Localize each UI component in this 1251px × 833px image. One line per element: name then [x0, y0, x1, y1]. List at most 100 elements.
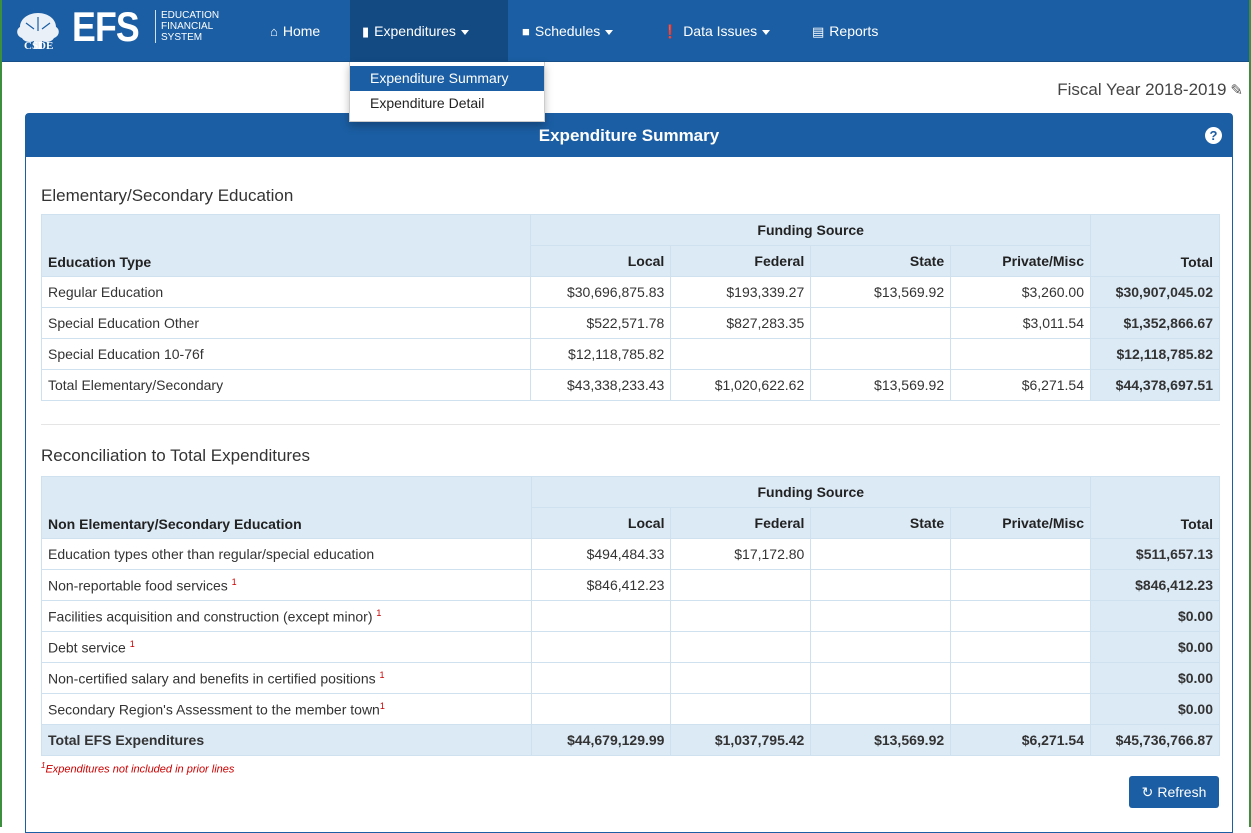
menu-item-expenditure-summary[interactable]: Expenditure Summary — [350, 66, 544, 91]
table-cell — [950, 538, 1092, 570]
top-navbar: CSDE EFS Education Financial System ⌂ Hom… — [2, 0, 1249, 62]
chevron-down-icon — [460, 29, 469, 35]
row-label: Regular Education — [40, 276, 532, 308]
footnote-text: Expenditures not included in prior lines — [45, 763, 235, 776]
table-cell: $13,569.92 — [810, 724, 952, 756]
nav-data-issues[interactable]: ❗ Data Issues — [650, 0, 782, 62]
nav-data-issues-label: Data Issues — [683, 23, 758, 39]
table-cell — [670, 631, 812, 663]
footnote-marker: 1 — [379, 669, 385, 680]
csde-seal-text: CSDE — [24, 40, 54, 52]
column-header: State — [810, 245, 952, 277]
table-cell — [530, 631, 672, 663]
refresh-icon: ↻ — [1141, 784, 1154, 800]
table-cell — [530, 693, 672, 725]
table-row: Regular Education $30,696,875.83 $193,33… — [40, 276, 1220, 308]
row-label-text: Debt service — [48, 639, 126, 656]
brand-subtitle: Education Financial System — [155, 10, 219, 43]
footnote-marker: 1 — [129, 638, 135, 649]
table-cell — [810, 338, 952, 370]
row-total: $44,378,697.51 — [1090, 369, 1220, 401]
table-cell — [950, 693, 1092, 725]
funding-source-header: Funding Source — [530, 476, 1092, 508]
column-header: Private/Misc — [950, 245, 1092, 277]
row-label: Non-certified salary and benefits in cer… — [41, 662, 532, 694]
row-label: Special Education 10-76f — [40, 338, 532, 370]
table-total-row: Total EFS Expenditures $44,679,129.99 $1… — [41, 724, 1220, 756]
section-title-reconciliation: Reconciliation to Total Expenditures — [41, 446, 311, 465]
table-cell: $3,011.54 — [950, 307, 1092, 339]
row-total: $1,352,866.67 — [1090, 307, 1220, 339]
nav-expenditures-label: Expenditures — [374, 23, 456, 39]
footnote: 1Expenditures not included in prior line… — [41, 761, 234, 776]
footnote-marker: 1 — [379, 700, 385, 711]
table-cell — [810, 662, 952, 694]
row-label: Total EFS Expenditures — [41, 724, 532, 756]
table-cell: $43,338,233.43 — [530, 369, 672, 401]
table-cell — [810, 631, 952, 663]
table-cell — [670, 693, 812, 725]
table-cell — [530, 662, 672, 694]
table-cell — [810, 569, 952, 601]
row-label: Facilities acquisition and construction … — [41, 600, 532, 632]
footnote-marker: 1 — [376, 607, 382, 618]
column-header: Non Elementary/Secondary Education — [41, 476, 532, 539]
row-label-text: Facilities acquisition and construction … — [48, 608, 373, 625]
nav-reports-label: Reports — [829, 23, 879, 39]
chevron-down-icon — [762, 29, 771, 35]
menu-item-expenditure-detail[interactable]: Expenditure Detail — [350, 91, 544, 116]
row-label: Total Elementary/Secondary — [40, 369, 532, 401]
table-row: Non-reportable food services 1 $846,412.… — [41, 569, 1220, 601]
row-total: $30,907,045.02 — [1090, 276, 1220, 308]
table-cell: $193,339.27 — [670, 276, 812, 308]
table-cell — [530, 600, 672, 632]
nav-expenditures[interactable]: ▮ Expenditures — [350, 0, 508, 62]
nav-home[interactable]: ⌂ Home — [258, 0, 332, 62]
table-cell — [670, 338, 812, 370]
brand-subtitle-line: System — [161, 32, 203, 43]
table-cell: $17,172.80 — [670, 538, 812, 570]
book-icon: ▮ — [362, 24, 370, 39]
column-header: Local — [530, 245, 672, 277]
table-cell — [810, 538, 952, 570]
list-alt-icon: ▤ — [812, 24, 825, 39]
row-total: $45,736,766.87 — [1090, 724, 1220, 756]
table-cell — [950, 338, 1092, 370]
fiscal-year-label: Fiscal Year 2018-2019 — [1057, 80, 1227, 99]
column-header: State — [810, 507, 952, 539]
nav-reports[interactable]: ▤ Reports — [800, 0, 890, 62]
row-label: Debt service 1 — [41, 631, 532, 663]
nav-schedules[interactable]: ■ Schedules — [510, 0, 625, 62]
table-cell: $6,271.54 — [950, 369, 1092, 401]
efs-logo[interactable]: CSDE EFS Education Financial System — [14, 3, 244, 55]
table-cell — [810, 693, 952, 725]
reconciliation-table: Non Elementary/Secondary Education Fundi… — [41, 476, 1220, 756]
table-cell — [950, 600, 1092, 632]
column-header: Education Type — [40, 214, 532, 277]
table-cell: $30,696,875.83 — [530, 276, 672, 308]
column-header: Total — [1090, 214, 1220, 277]
table-row: Special Education 10-76f $12,118,785.82 … — [40, 338, 1220, 370]
table-row: Debt service 1 $0.00 — [41, 631, 1220, 663]
table-cell: $494,484.33 — [530, 538, 672, 570]
table-row: Secondary Region's Assessment to the mem… — [41, 693, 1220, 725]
footnote-marker: 1 — [231, 576, 237, 587]
table-cell — [950, 569, 1092, 601]
row-total: $0.00 — [1090, 662, 1220, 694]
table-cell: $3,260.00 — [950, 276, 1092, 308]
row-label: Education types other than regular/speci… — [41, 538, 532, 570]
panel-title: Expenditure Summary — [26, 114, 1232, 157]
nav-home-label: Home — [282, 23, 321, 39]
pencil-icon[interactable]: ✎ — [1230, 81, 1243, 99]
help-icon[interactable]: ? — [1205, 127, 1222, 144]
fiscal-year-selector[interactable]: Fiscal Year 2018-2019 ✎ — [1057, 80, 1243, 100]
column-header: Federal — [670, 245, 812, 277]
row-label: Non-reportable food services 1 — [41, 569, 532, 601]
column-header: Private/Misc — [950, 507, 1092, 539]
row-label-text: Secondary Region's Assessment to the mem… — [48, 701, 380, 718]
chevron-down-icon — [605, 29, 614, 35]
refresh-button[interactable]: ↻ Refresh — [1129, 776, 1219, 808]
row-total: $0.00 — [1090, 693, 1220, 725]
table-row: Education types other than regular/speci… — [41, 538, 1220, 570]
table-cell: $12,118,785.82 — [530, 338, 672, 370]
